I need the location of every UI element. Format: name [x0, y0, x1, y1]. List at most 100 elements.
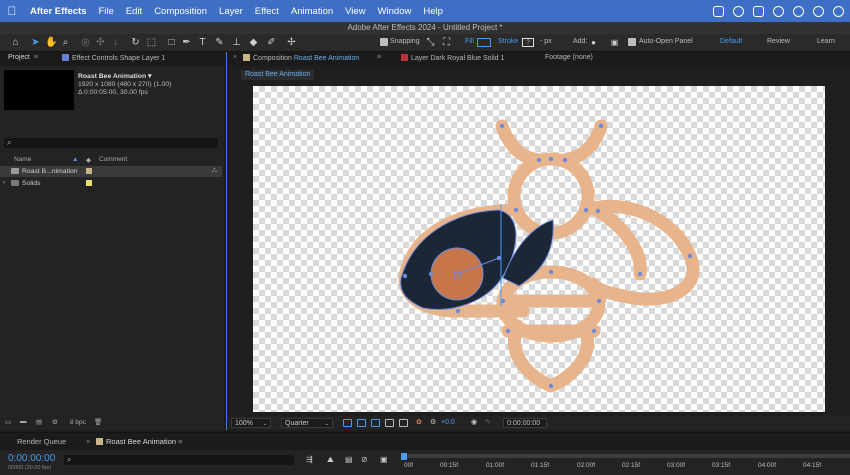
delete-icon[interactable]: 🗑 — [94, 418, 102, 426]
flowchart-icon[interactable]: ⛬ — [212, 167, 217, 175]
eraser-tool-icon[interactable]: ◆ — [248, 37, 259, 48]
clock-icon[interactable] — [813, 5, 824, 17]
orbit-tool-icon[interactable]: ◎ — [80, 37, 91, 48]
rectangle-tool-icon[interactable]: □ — [166, 37, 177, 48]
timeline-timecode[interactable]: 0:00:00:00 — [8, 453, 55, 464]
add-button-icon[interactable]: ● — [588, 37, 599, 48]
bluetooth-icon[interactable] — [773, 5, 784, 17]
timeline-search-input[interactable]: ⌕ — [64, 455, 294, 465]
guides-icon[interactable] — [399, 419, 408, 427]
home-icon[interactable]: ⌂ — [10, 37, 21, 48]
expand-icon[interactable]: › — [3, 180, 5, 186]
snapping-checkbox[interactable] — [380, 38, 388, 46]
menu-app[interactable]: After Effects — [24, 6, 93, 17]
workspace-learn[interactable]: Learn — [817, 38, 835, 45]
shy-layers-icon[interactable]: ⛰ — [327, 455, 334, 465]
resolution-select[interactable]: Quarter ⌄ — [281, 418, 333, 428]
battery-icon[interactable] — [793, 5, 804, 17]
label-color[interactable] — [86, 180, 92, 186]
workspace-review[interactable]: Review — [767, 38, 790, 45]
snap-features-icon[interactable]: ⛶ — [441, 37, 452, 48]
menu-composition[interactable]: Composition — [148, 6, 213, 17]
col-name[interactable]: Name — [14, 156, 31, 163]
project-item-comp[interactable]: Roast B...nimation ⛬ — [0, 166, 222, 177]
mask-visibility-icon[interactable] — [371, 419, 380, 427]
apple-menu-icon[interactable]:  — [0, 4, 24, 18]
project-menu-icon[interactable]: ≡ — [34, 54, 38, 61]
new-comp-icon[interactable]: ▤ — [36, 418, 42, 426]
tab-render-queue[interactable]: Render Queue — [17, 437, 66, 446]
screen-record-icon[interactable] — [733, 5, 744, 17]
auto-open-checkbox[interactable] — [628, 38, 636, 46]
motion-blur-icon[interactable]: ⊘ — [361, 455, 368, 464]
dolly-tool-icon[interactable]: ↓ — [110, 37, 121, 48]
color-settings-icon[interactable]: ⚙ — [430, 418, 436, 426]
comp-name[interactable]: Roast Bee Animation ▾ — [78, 72, 151, 80]
region-of-interest-icon[interactable] — [385, 419, 394, 427]
comp-flowchart-icon[interactable]: ⇶ — [306, 455, 313, 464]
stroke-width[interactable]: - px — [540, 38, 552, 45]
footage-tab[interactable]: Footage (none) — [545, 54, 593, 61]
pen-tool-icon[interactable]: ✒ — [181, 37, 192, 48]
menu-layer[interactable]: Layer — [213, 6, 249, 17]
project-item-solids[interactable]: › Solids — [0, 178, 222, 189]
label-color[interactable] — [86, 168, 92, 174]
transparency-grid-icon[interactable] — [357, 419, 366, 427]
close-icon[interactable]: × — [233, 54, 237, 61]
frame-blending-icon[interactable]: ▤ — [345, 455, 353, 464]
display-icon[interactable] — [753, 5, 764, 17]
wifi-icon[interactable] — [833, 5, 844, 17]
snapshot-icon[interactable]: ◉ — [471, 418, 477, 426]
pan-tool-icon[interactable]: ✣ — [95, 37, 106, 48]
bpc-label[interactable]: 8 bpc — [70, 419, 86, 426]
workspace-default[interactable]: Default — [720, 38, 742, 45]
bee-artwork[interactable] — [253, 86, 825, 412]
menu-file[interactable]: File — [93, 6, 120, 17]
comp-menu-icon[interactable]: ≡ — [377, 54, 381, 61]
menu-help[interactable]: Help — [417, 6, 449, 17]
work-area-bar[interactable] — [402, 454, 850, 458]
show-snapshot-icon[interactable]: ✎ — [485, 418, 491, 426]
fill-swatch[interactable] — [477, 38, 491, 47]
menu-effect[interactable]: Effect — [249, 6, 285, 17]
fast-previews-icon[interactable] — [343, 419, 352, 427]
status-app-icon[interactable] — [713, 5, 724, 17]
project-search-input[interactable]: ⌕ — [4, 138, 218, 148]
interpret-footage-icon[interactable]: ▭ — [5, 418, 11, 426]
zoom-select[interactable]: 100% ⌄ — [231, 418, 271, 428]
close-icon[interactable]: × — [86, 437, 90, 446]
graph-editor-icon[interactable]: ▣ — [380, 455, 388, 464]
comp-timecode[interactable]: 0:00:00:00 — [503, 418, 547, 428]
zoom-tool-icon[interactable]: ⌕ — [60, 37, 71, 48]
panel-icon[interactable]: ▣ — [609, 37, 620, 48]
rotate-tool-icon[interactable]: ↻ — [130, 37, 141, 48]
tab-effect-controls[interactable]: Effect Controls Shape Layer 1 — [62, 54, 165, 62]
stroke-label[interactable]: Stroke — [498, 38, 518, 45]
hand-tool-icon[interactable]: ✋ — [45, 37, 57, 48]
settings-icon[interactable]: ⚙ — [52, 418, 58, 426]
menu-window[interactable]: Window — [372, 6, 418, 17]
tab-project[interactable]: Project — [8, 54, 30, 61]
col-comment[interactable]: Comment — [99, 156, 127, 163]
comp-tab[interactable]: Composition Roast Bee Animation — [243, 54, 359, 62]
tab-timeline-comp[interactable]: Roast Bee Animation — [96, 437, 176, 446]
label-col-icon[interactable]: ◆ — [86, 156, 91, 164]
channel-icon[interactable]: ✿ — [416, 418, 422, 426]
stroke-swatch[interactable]: ? — [522, 38, 534, 47]
selection-tool-icon[interactable]: ➤ — [30, 37, 41, 48]
anchor-tool-icon[interactable]: ⬚ — [146, 37, 157, 48]
fill-label[interactable]: Fill — [465, 38, 474, 45]
menu-view[interactable]: View — [339, 6, 371, 17]
menu-animation[interactable]: Animation — [285, 6, 339, 17]
type-tool-icon[interactable]: T — [197, 37, 208, 48]
layer-tab[interactable]: Layer Dark Royal Blue Solid 1 — [401, 54, 504, 62]
new-folder-icon[interactable]: ▬ — [20, 418, 27, 425]
exposure-value[interactable]: +0.0 — [441, 419, 455, 426]
comp-breadcrumb[interactable]: Roast Bee Animation — [241, 70, 315, 80]
roto-brush-icon[interactable]: ✐ — [266, 37, 277, 48]
sort-icon[interactable]: ▲ — [72, 156, 78, 163]
menu-edit[interactable]: Edit — [120, 6, 148, 17]
puppet-pin-icon[interactable]: ✢ — [286, 37, 297, 48]
brush-tool-icon[interactable]: ✎ — [214, 37, 225, 48]
snap-edges-icon[interactable]: ⤡ — [425, 37, 436, 48]
